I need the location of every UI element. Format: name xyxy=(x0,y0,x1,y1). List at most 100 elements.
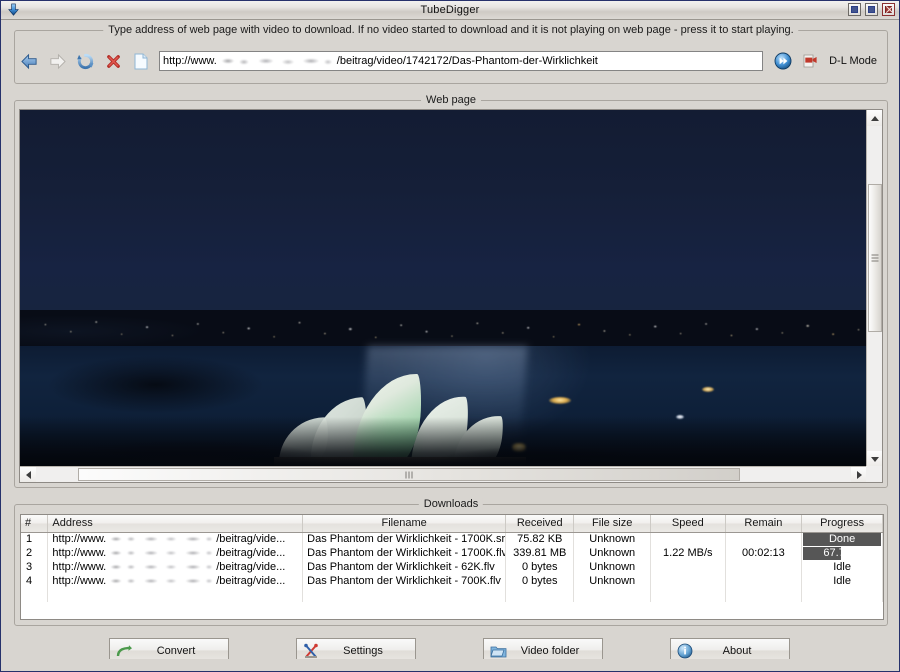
cell-filesize: Unknown xyxy=(574,574,651,588)
column-header-progress[interactable]: Progress xyxy=(802,515,883,532)
app-window: TubeDigger Type address of web page with… xyxy=(0,0,900,672)
record-button[interactable] xyxy=(797,48,825,74)
web-page-panel: Web page xyxy=(14,100,888,488)
back-icon xyxy=(20,53,39,70)
address-panel: Type address of web page with video to d… xyxy=(14,30,888,84)
column-header-filesize[interactable]: File size xyxy=(574,515,651,532)
cell-filename: Das Phantom der Wirklichkeit - 1700K.flv xyxy=(303,546,506,560)
web-page-viewport[interactable] xyxy=(20,110,867,467)
cell-filename: Das Phantom der Wirklichkeit - 62K.flv xyxy=(303,560,506,574)
play-button[interactable] xyxy=(769,48,797,74)
record-icon xyxy=(802,53,820,69)
downloads-legend: Downloads xyxy=(419,498,483,510)
address-url-prefix: http://www. xyxy=(163,55,217,67)
cell-empty xyxy=(48,588,303,602)
video-folder-button-label: Video folder xyxy=(512,645,602,657)
cell-address-prefix: http://www. xyxy=(52,561,106,573)
cell-filename: Das Phantom der Wirklichkeit - 1700K.srt xyxy=(303,532,506,546)
cell-empty xyxy=(651,588,726,602)
redacted-domain xyxy=(107,548,215,558)
dark-foreground xyxy=(20,417,867,467)
column-header-remain[interactable]: Remain xyxy=(725,515,802,532)
chevron-left-icon xyxy=(26,471,31,479)
forward-button[interactable] xyxy=(43,48,71,74)
cell-progress: Idle xyxy=(802,574,883,588)
minimize-button[interactable] xyxy=(848,3,861,16)
address-panel-legend: Type address of web page with video to d… xyxy=(103,24,798,36)
progress-bar-label: 67.70% xyxy=(823,547,860,559)
cell-filesize: Unknown xyxy=(574,560,651,574)
blank-page-button[interactable] xyxy=(127,48,155,74)
back-button[interactable] xyxy=(15,48,43,74)
table-row[interactable]: 3 http://www./beitrag/vide... Das Phanto… xyxy=(21,560,883,574)
cell-empty xyxy=(506,588,574,602)
progress-bar-label: Idle xyxy=(833,561,851,573)
cell-progress: 67.70% xyxy=(802,546,883,560)
downloads-table: # Address Filename Received File size Sp… xyxy=(21,515,883,602)
vertical-scrollbar[interactable] xyxy=(866,110,882,467)
downloads-table-container[interactable]: # Address Filename Received File size Sp… xyxy=(20,514,884,620)
vertical-scrollbar-thumb[interactable] xyxy=(868,184,882,332)
horizontal-scrollbar-thumb[interactable] xyxy=(78,468,740,481)
window-title: TubeDigger xyxy=(1,4,899,16)
scroll-up-button[interactable] xyxy=(867,110,883,126)
cell-address-prefix: http://www. xyxy=(52,547,106,559)
web-page-legend: Web page xyxy=(421,94,481,106)
downloads-table-header: # Address Filename Received File size Sp… xyxy=(21,515,883,532)
refresh-button[interactable] xyxy=(71,48,99,74)
table-row[interactable]: 4 http://www./beitrag/vide... Das Phanto… xyxy=(21,574,883,588)
cell-remain: 00:02:13 xyxy=(725,546,802,560)
column-header-speed[interactable]: Speed xyxy=(651,515,726,532)
cell-address: http://www. /beitrag/vide... xyxy=(48,546,303,560)
browser-toolbar: http://www. /beitrag/video/1742172/Das-Ph… xyxy=(15,47,887,75)
convert-button-label: Convert xyxy=(138,645,228,657)
column-header-address[interactable]: Address xyxy=(48,515,303,532)
cell-empty xyxy=(802,588,883,602)
cell-address-prefix: http://www. xyxy=(52,533,106,545)
redacted-domain xyxy=(107,534,215,544)
table-row[interactable]: 1 http://www./beitrag/vide... Das Phanto… xyxy=(21,532,883,546)
progress-bar-label: Done xyxy=(829,533,855,545)
minimize-icon xyxy=(851,6,858,13)
forward-icon xyxy=(48,53,67,70)
video-frame-image xyxy=(20,110,867,467)
cell-remain xyxy=(725,532,802,546)
cell-address: http://www. /beitrag/vide... xyxy=(48,560,303,574)
cell-filename: Das Phantom der Wirklichkeit - 700K.flv xyxy=(303,574,506,588)
downloads-table-body: 1 http://www./beitrag/vide... Das Phanto… xyxy=(21,532,883,602)
horizontal-scrollbar[interactable] xyxy=(20,466,867,482)
stop-button[interactable] xyxy=(99,48,127,74)
address-bar[interactable]: http://www. /beitrag/video/1742172/Das-Ph… xyxy=(159,51,763,71)
cell-received: 75.82 KB xyxy=(506,532,574,546)
cell-speed xyxy=(651,532,726,546)
about-button-label: About xyxy=(699,645,789,657)
close-button[interactable] xyxy=(882,3,895,16)
cell-address-suffix: /beitrag/vide... xyxy=(216,533,285,545)
cell-received: 0 bytes xyxy=(506,574,574,588)
column-header-received[interactable]: Received xyxy=(506,515,574,532)
table-row[interactable]: 2 http://www./beitrag/vide... Das Phanto… xyxy=(21,546,883,560)
client-area: Type address of web page with video to d… xyxy=(1,20,899,671)
scroll-left-button[interactable] xyxy=(20,467,36,483)
title-bar: TubeDigger xyxy=(1,1,899,20)
status-bar xyxy=(1,659,899,671)
cell-address-suffix: /beitrag/vide... xyxy=(216,547,285,559)
maximize-button[interactable] xyxy=(865,3,878,16)
scroll-right-button[interactable] xyxy=(851,467,867,483)
address-url-suffix: /beitrag/video/1742172/Das-Phantom-der-W… xyxy=(337,55,598,67)
cell-address: http://www./beitrag/vide... xyxy=(48,574,303,588)
cell-empty xyxy=(21,588,48,602)
scroll-down-button[interactable] xyxy=(867,451,883,467)
column-header-index[interactable]: # xyxy=(21,515,48,532)
progress-bar: Done xyxy=(803,533,881,546)
cell-address-prefix: http://www. xyxy=(52,575,106,587)
column-header-filename[interactable]: Filename xyxy=(303,515,506,532)
browser-view xyxy=(19,109,883,483)
cell-address-suffix: /beitrag/vide... xyxy=(216,561,285,573)
play-icon xyxy=(774,52,792,70)
scrollbar-grip xyxy=(406,471,413,478)
redacted-domain xyxy=(218,56,336,67)
refresh-icon xyxy=(77,53,94,70)
cell-empty xyxy=(574,588,651,602)
progress-bar: 67.70% xyxy=(803,547,881,560)
